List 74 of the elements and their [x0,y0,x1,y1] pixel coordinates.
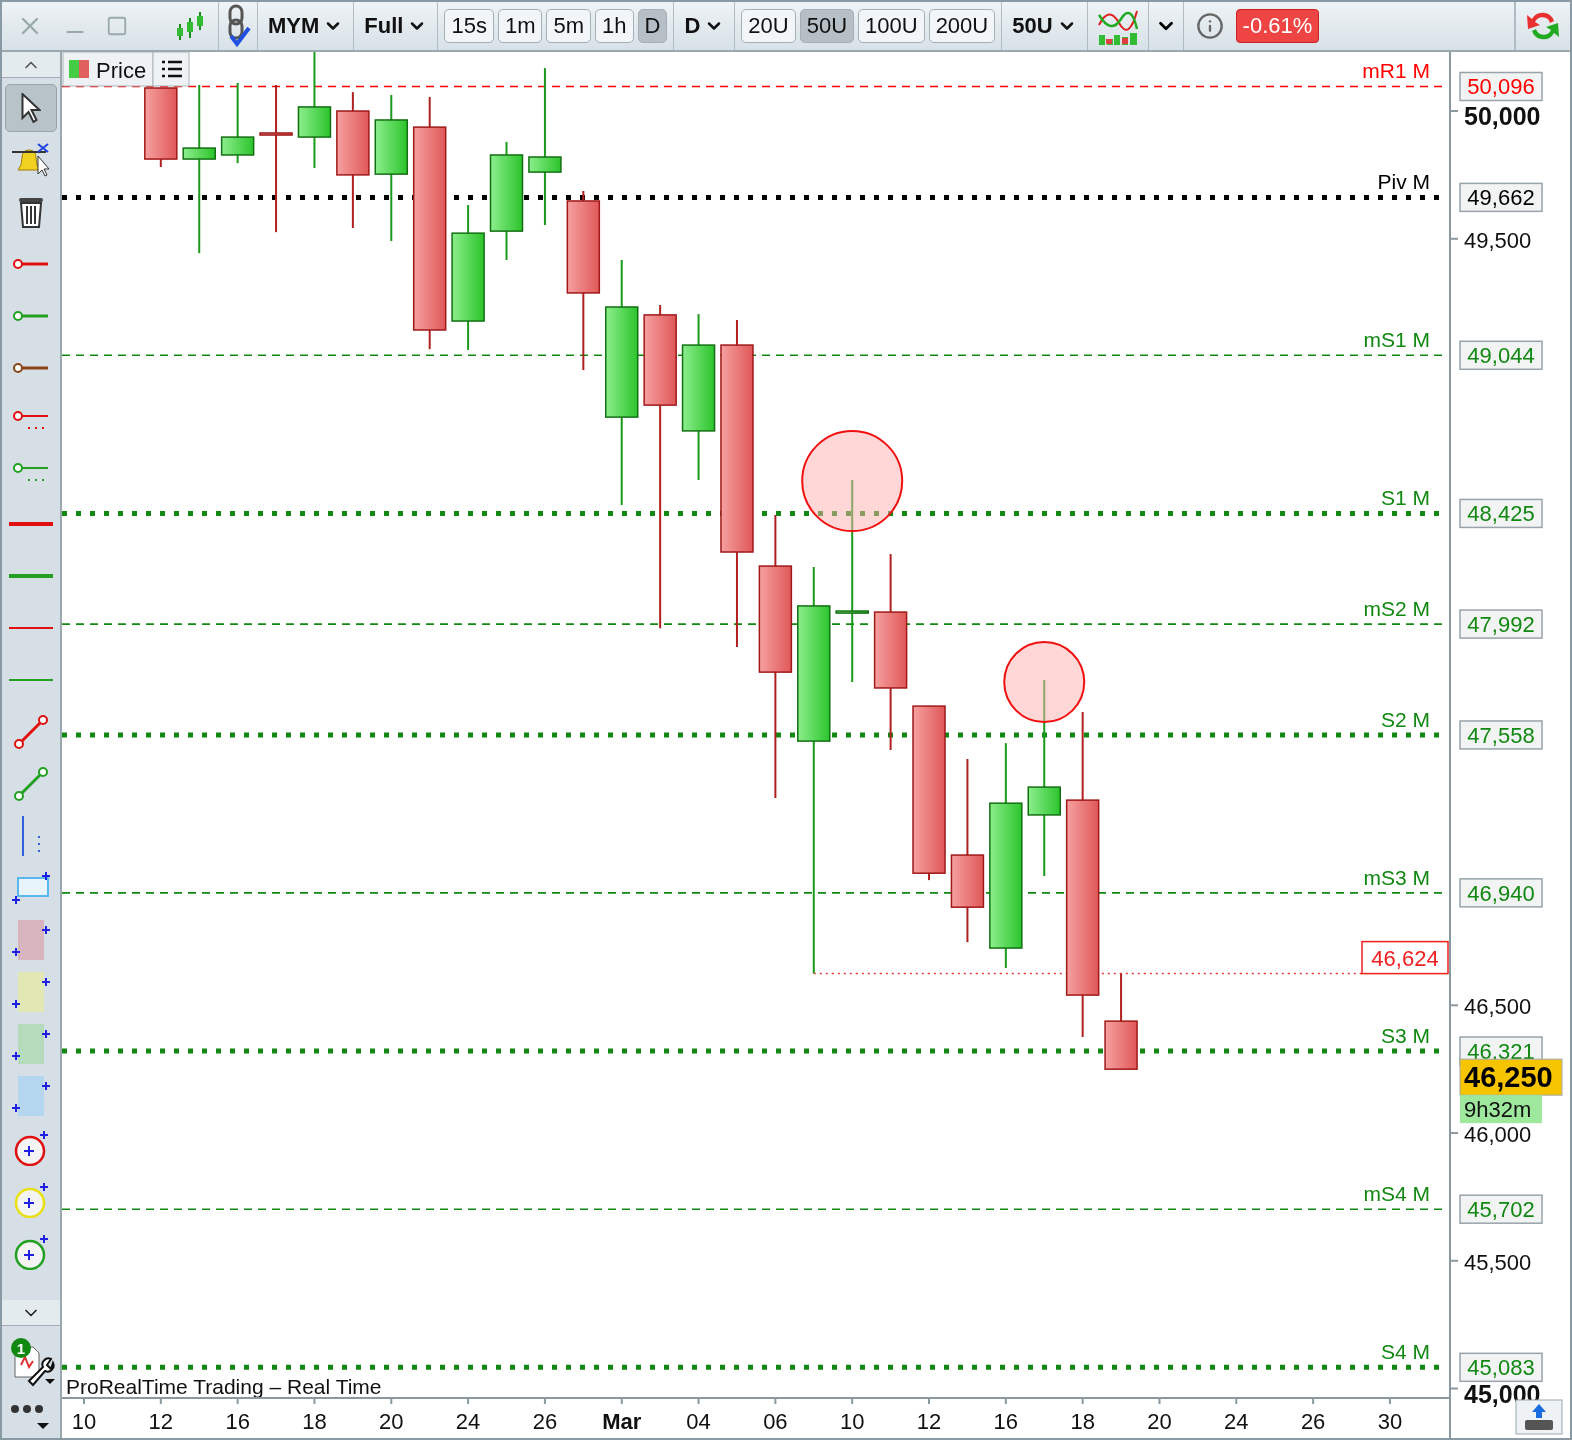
more-icon[interactable] [10,1404,52,1430]
axis-label: 50,000 [1464,102,1541,130]
countdown-tag: 9h32m [1460,1095,1542,1124]
axis-label: 12 [148,1409,174,1434]
level-price-tag: 49,044 [1459,340,1543,371]
level-label: Piv M [1377,170,1430,194]
level-label: mR1 M [1362,59,1430,83]
timeframe-button[interactable]: 15s [444,9,494,43]
timeframe-button[interactable]: 1h [595,9,634,43]
axis-label: 20 [379,1409,404,1434]
units-button[interactable]: 50U [799,9,855,43]
axis-label: 26 [1300,1409,1326,1434]
level-price-tag: 47,992 [1459,609,1543,639]
bell-icon [11,143,51,177]
units-dropdown[interactable]: 50U [1008,13,1081,39]
axis-label: 04 [686,1409,711,1434]
units-button[interactable]: 100U [858,9,925,43]
axis-label: Mar [602,1409,642,1434]
settings-button[interactable]: 1 [5,1334,57,1390]
axis-label: 16 [225,1409,250,1434]
axis-label: 12 [916,1409,942,1434]
list-icon[interactable] [152,52,190,87]
units-button[interactable]: 200U [928,9,996,43]
level-price-tag: 46,940 [1459,878,1543,908]
count-badge: 1 [11,1338,31,1358]
units-button[interactable]: 20U [741,9,796,43]
level-price-tag: 47,558 [1459,720,1543,750]
level-price-tag: 50,096 [1459,71,1543,102]
timeframe-button[interactable]: D [637,9,668,43]
level-price-tag: 45,702 [1459,1194,1543,1224]
axis-label: 10 [71,1409,97,1434]
circle-icon [14,1182,48,1218]
level-price-tag: 48,425 [1459,498,1543,529]
low-price-tag: 46,624 [1361,940,1449,975]
axis-label: 10 [839,1409,865,1434]
axis-label: 24 [1224,1409,1249,1434]
axis-label: 26 [532,1409,558,1434]
level-label: mS4 M [1363,1182,1430,1206]
level-price-tag: 49,662 [1459,182,1543,213]
axis-label: 18 [302,1409,327,1434]
timeframe-button[interactable]: 1m [497,9,543,43]
timeframe-button[interactable]: 5m [546,9,592,43]
axis-label: 24 [455,1409,481,1434]
level-price-tag: 45,083 [1459,1352,1543,1383]
change-badge: -0.61% [1235,9,1320,43]
axis-label: 20 [1147,1409,1172,1434]
level-label: mS1 M [1363,328,1430,352]
platform-label: ProRealTime Trading – Real Time [66,1375,382,1398]
period-dropdown[interactable]: D [680,13,729,39]
level-label: mS3 M [1363,865,1430,889]
info-icon[interactable] [1195,12,1224,40]
candlestick-icon[interactable] [176,11,204,41]
axis-label: 30 [1377,1409,1403,1434]
instrument-dropdown[interactable]: MYM [264,13,348,39]
axis-label: 06 [763,1409,788,1434]
trash-icon [19,196,43,228]
last-price-tag: 46,250 [1459,1058,1563,1096]
axis-label: 46,500 [1464,994,1532,1020]
refresh-icon[interactable] [1526,11,1560,41]
circle-icon [14,1130,48,1166]
range-dropdown[interactable]: Full [360,13,432,39]
circle-icon [14,1234,48,1270]
axis-label: 18 [1070,1409,1095,1434]
pointer-icon [21,93,41,123]
axis-label: 45,500 [1464,1249,1532,1275]
level-label: S1 M [1381,486,1430,510]
drawing-tool-button[interactable] [5,84,57,132]
level-label: S4 M [1381,1340,1430,1364]
axis-label: 16 [993,1409,1019,1434]
level-label: S2 M [1381,707,1430,731]
axis-label: 49,500 [1464,227,1532,253]
level-label: S3 M [1381,1024,1430,1047]
axis-label: 46,000 [1464,1122,1532,1148]
level-label: mS2 M [1363,597,1430,621]
